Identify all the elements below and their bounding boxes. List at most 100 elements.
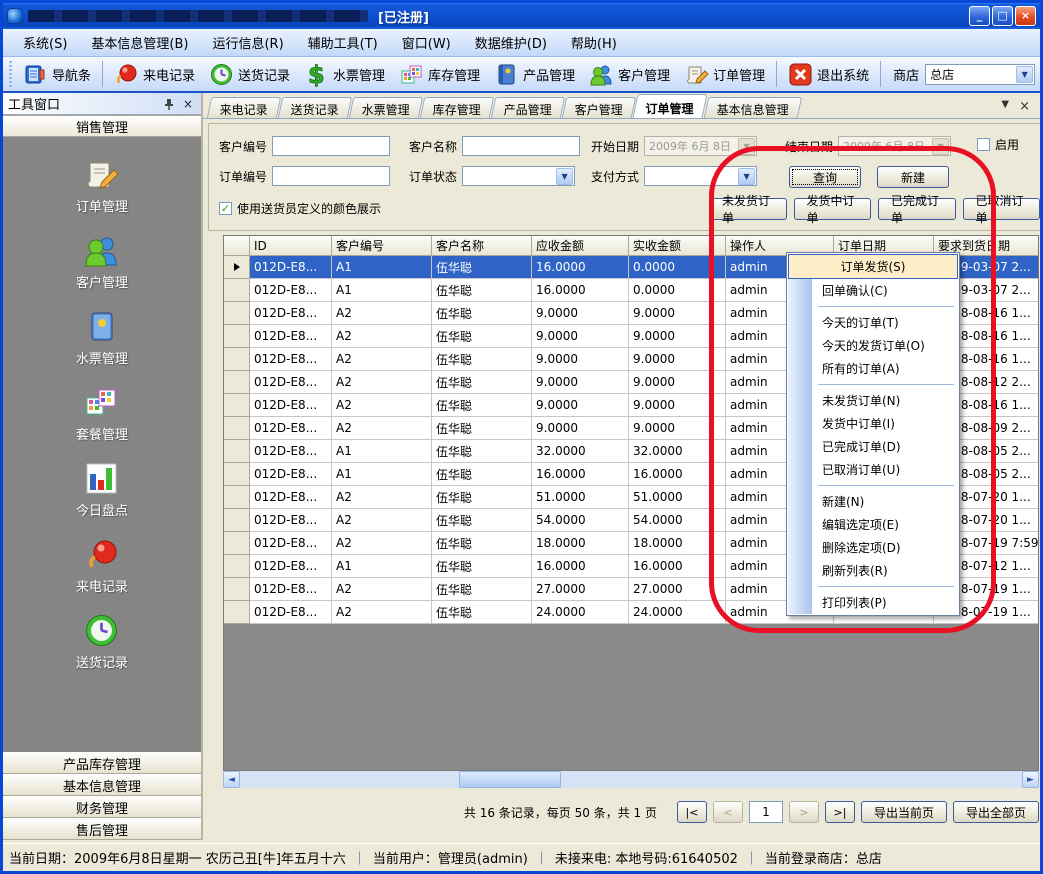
menu-item[interactable]: 辅助工具(T) — [296, 29, 390, 56]
export-current-page-button[interactable]: 导出当前页 — [861, 801, 947, 823]
next-page-button[interactable]: > — [789, 801, 819, 823]
row-selector-cell[interactable] — [224, 256, 250, 279]
sidebar-group-button[interactable]: 产品库存管理 — [3, 752, 201, 774]
order-status-select[interactable]: ▼ — [462, 166, 575, 186]
prev-page-button[interactable]: < — [713, 801, 743, 823]
enable-checkbox[interactable] — [977, 138, 990, 151]
query-button[interactable]: 查询 — [789, 166, 861, 188]
tab-close-icon[interactable]: × — [1019, 99, 1030, 114]
start-date-picker[interactable]: 2009年 6月 8日 ▼ — [644, 136, 757, 156]
toolbar-water-ticket-button[interactable]: $ 水票管理 — [297, 59, 392, 90]
scroll-right-icon[interactable]: ► — [1022, 771, 1039, 788]
sidebar-group-button[interactable]: 基本信息管理 — [3, 774, 201, 796]
row-selector-cell[interactable] — [224, 279, 250, 302]
sidebar-item-order-mgmt[interactable]: 订单管理 — [76, 156, 128, 215]
context-menu-item[interactable]: 新建(N) — [788, 490, 958, 513]
menu-item[interactable]: 基本信息管理(B) — [79, 29, 200, 56]
context-menu-item[interactable]: 回单确认(C) — [788, 279, 958, 302]
row-selector-cell[interactable] — [224, 371, 250, 394]
toolbar-delivery-record-button[interactable]: 送货记录 — [202, 59, 297, 90]
scrollbar-track[interactable] — [240, 771, 1022, 788]
scroll-left-icon[interactable]: ◄ — [223, 771, 240, 788]
menu-item[interactable]: 窗口(W) — [390, 29, 463, 56]
context-menu-item[interactable]: 所有的订单(A) — [788, 357, 958, 380]
column-header[interactable]: ID — [250, 236, 332, 256]
row-selector-cell[interactable] — [224, 325, 250, 348]
context-menu-item[interactable]: 删除选定项(D) — [788, 536, 958, 559]
row-selector-cell[interactable] — [224, 509, 250, 532]
filter-shipping-button[interactable]: 发货中订单 — [794, 198, 872, 220]
context-menu-item[interactable] — [788, 481, 958, 490]
column-header[interactable]: 客户名称 — [432, 236, 532, 256]
customer-name-input[interactable] — [462, 136, 580, 156]
context-menu-item[interactable]: 打印列表(P) — [788, 591, 958, 614]
sidebar-item-daily-check[interactable]: 今日盘点 — [76, 460, 128, 519]
chevron-down-icon[interactable]: ▼ — [1016, 66, 1033, 83]
row-selector-cell[interactable] — [224, 486, 250, 509]
document-tab[interactable]: 来电记录 — [207, 97, 281, 118]
context-menu-item[interactable]: 已取消订单(U) — [788, 458, 958, 481]
tab-list-dropdown-icon[interactable]: ▼ — [1001, 99, 1009, 114]
row-selector-cell[interactable] — [224, 532, 250, 555]
tool-window-close-icon[interactable]: × — [180, 97, 196, 111]
toolbar-product-button[interactable]: 产品管理 — [487, 59, 582, 90]
toolbar-inventory-button[interactable]: 库存管理 — [392, 59, 487, 90]
toolbar-call-record-button[interactable]: 来电记录 — [107, 59, 202, 90]
row-selector-cell[interactable] — [224, 417, 250, 440]
menu-item[interactable]: 运行信息(R) — [200, 29, 295, 56]
context-menu-item[interactable] — [788, 582, 958, 591]
row-selector-cell[interactable] — [224, 578, 250, 601]
customer-no-input[interactable] — [272, 136, 390, 156]
sidebar-item-combo-mgmt[interactable]: 套餐管理 — [76, 384, 128, 443]
sidebar-item-water-ticket-mgmt[interactable]: 水票管理 — [76, 308, 128, 367]
order-no-input[interactable] — [272, 166, 390, 186]
filter-cancelled-button[interactable]: 已取消订单 — [963, 198, 1041, 220]
row-selector-cell[interactable] — [224, 348, 250, 371]
end-date-picker[interactable]: 2009年 6月 8日 ▼ — [838, 136, 951, 156]
column-header[interactable]: 客户编号 — [332, 236, 432, 256]
menu-item[interactable]: 数据维护(D) — [463, 29, 559, 56]
context-menu-item[interactable]: 订单发货(S) — [788, 254, 958, 279]
chevron-down-icon[interactable]: ▼ — [556, 168, 573, 185]
first-page-button[interactable]: |< — [677, 801, 707, 823]
document-tab[interactable]: 产品管理 — [491, 97, 565, 118]
document-tab[interactable]: 库存管理 — [420, 97, 494, 118]
pay-method-select[interactable]: ▼ — [644, 166, 757, 186]
last-page-button[interactable]: >| — [825, 801, 855, 823]
context-menu-item[interactable]: 今天的发货订单(O) — [788, 334, 958, 357]
page-number-input[interactable] — [749, 801, 783, 823]
new-button[interactable]: 新建 — [877, 166, 949, 188]
minimize-button[interactable]: _ — [969, 6, 990, 26]
context-menu-item[interactable]: 发货中订单(I) — [788, 412, 958, 435]
document-tab[interactable]: 送货记录 — [278, 97, 352, 118]
toolbar-navigator-button[interactable]: 导航条 — [16, 59, 98, 90]
sidebar-item-delivery-record[interactable]: 送货记录 — [76, 612, 128, 671]
close-button[interactable]: × — [1015, 6, 1036, 26]
toolbar-exit-button[interactable]: 退出系统 — [781, 59, 876, 90]
context-menu-item[interactable]: 编辑选定项(E) — [788, 513, 958, 536]
row-selector-cell[interactable] — [224, 601, 250, 624]
export-all-pages-button[interactable]: 导出全部页 — [953, 801, 1039, 823]
row-selector-cell[interactable] — [224, 555, 250, 578]
horizontal-scrollbar[interactable]: ◄ ► — [223, 771, 1039, 788]
row-selector-cell[interactable] — [224, 302, 250, 325]
menu-item[interactable]: 帮助(H) — [559, 29, 629, 56]
sidebar-item-call-record[interactable]: 来电记录 — [76, 536, 128, 595]
document-tab[interactable]: 订单管理 — [633, 94, 708, 118]
context-menu-item[interactable]: 今天的订单(T) — [788, 311, 958, 334]
context-menu-item[interactable]: 未发货订单(N) — [788, 389, 958, 412]
row-selector-cell[interactable] — [224, 394, 250, 417]
context-menu-item[interactable] — [788, 302, 958, 311]
delivery-color-checkbox[interactable]: ✓ — [219, 202, 232, 215]
menu-item[interactable]: 系统(S) — [11, 29, 79, 56]
sidebar-group-sales[interactable]: 销售管理 — [3, 115, 201, 137]
column-header[interactable]: 实收金额 — [629, 236, 726, 256]
row-selector-cell[interactable] — [224, 463, 250, 486]
sidebar-group-button[interactable]: 财务管理 — [3, 796, 201, 818]
maximize-button[interactable]: □ — [992, 6, 1013, 26]
row-selector-cell[interactable] — [224, 440, 250, 463]
toolbar-order-button[interactable]: 订单管理 — [677, 59, 772, 90]
document-tab[interactable]: 基本信息管理 — [704, 97, 802, 118]
document-tab[interactable]: 水票管理 — [349, 97, 423, 118]
context-menu-item[interactable] — [788, 380, 958, 389]
